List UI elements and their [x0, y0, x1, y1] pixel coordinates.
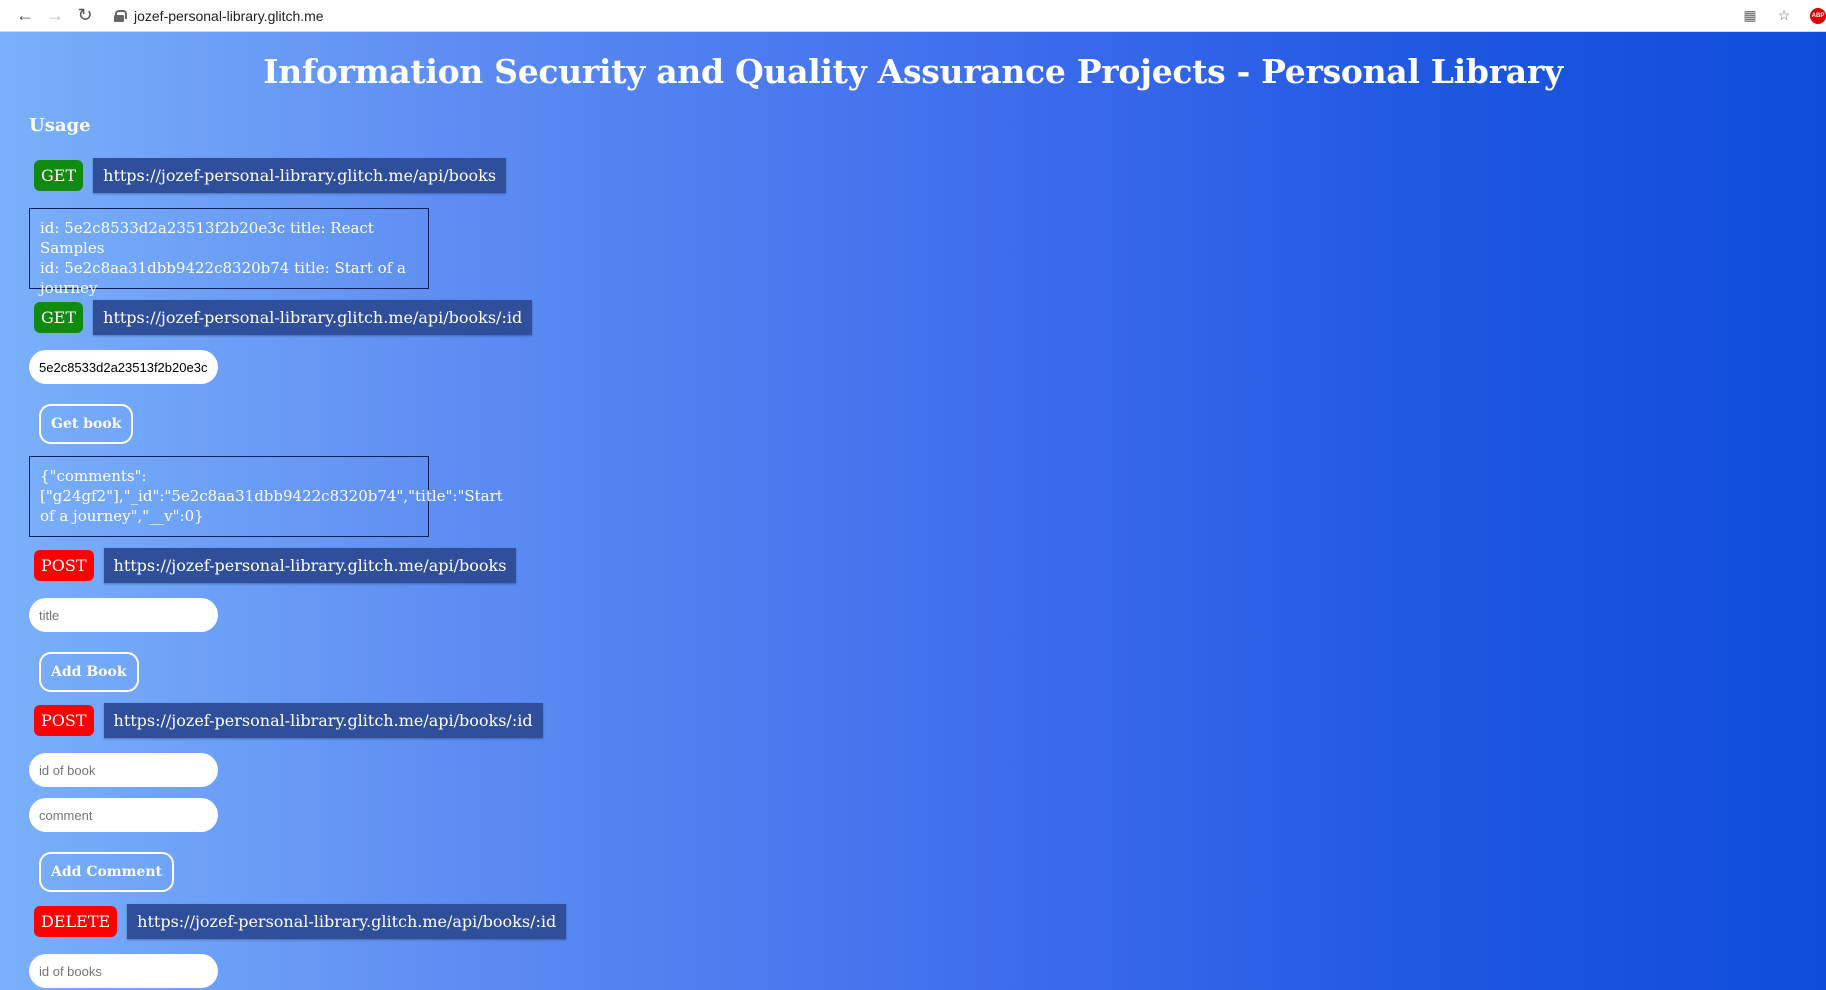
forward-icon[interactable]: → — [40, 3, 70, 29]
endpoint-delete-book: DELETE https://jozef-personal-library.gl… — [34, 904, 567, 939]
endpoint-post-comment: POST https://jozef-personal-library.glit… — [34, 703, 543, 738]
title-input[interactable] — [29, 598, 218, 632]
book-id-input[interactable] — [29, 350, 218, 384]
address-bar[interactable]: jozef-personal-library.glitch.me — [114, 8, 324, 24]
lock-icon — [114, 9, 127, 22]
endpoint-url: https://jozef-personal-library.glitch.me… — [103, 703, 543, 738]
endpoint-url: https://jozef-personal-library.glitch.me… — [93, 158, 507, 193]
address-text: jozef-personal-library.glitch.me — [134, 7, 324, 24]
method-badge-post: POST — [34, 705, 94, 736]
adblock-extension-icon[interactable]: ABP — [1810, 7, 1826, 24]
bookmark-star-icon[interactable]: ☆ — [1776, 7, 1792, 24]
get-book-button[interactable]: Get book — [39, 404, 134, 444]
usage-heading: Usage — [29, 115, 91, 136]
method-badge-post: POST — [34, 550, 94, 581]
add-comment-button[interactable]: Add Comment — [39, 852, 174, 892]
comment-input[interactable] — [29, 798, 218, 832]
book-detail-output: {"comments":["g24gf2"],"_id":"5e2c8aa31d… — [29, 456, 503, 537]
add-book-button[interactable]: Add Book — [39, 652, 139, 692]
books-output: id: 5e2c8533d2a23513f2b20e3c title: Reac… — [29, 208, 429, 297]
method-badge-delete: DELETE — [34, 906, 118, 937]
method-badge-get: GET — [34, 302, 84, 333]
endpoint-post-book: POST https://jozef-personal-library.glit… — [34, 548, 517, 583]
book-entry: id: 5e2c8aa31dbb9422c8320b74 title: Star… — [40, 259, 406, 297]
translate-icon[interactable]: ▦ — [1742, 7, 1758, 24]
browser-toolbar: ← → ↻ jozef-personal-library.glitch.me ▦… — [0, 0, 1826, 32]
endpoint-get-books: GET https://jozef-personal-library.glitc… — [34, 158, 507, 193]
endpoint-get-book: GET https://jozef-personal-library.glitc… — [34, 300, 533, 335]
page-title: Information Security and Quality Assuran… — [263, 52, 1563, 91]
endpoint-url: https://jozef-personal-library.glitch.me… — [103, 548, 517, 583]
method-badge-get: GET — [34, 160, 84, 191]
delete-book-id-input[interactable] — [29, 954, 218, 988]
comment-book-id-input[interactable] — [29, 753, 218, 787]
page-body: Information Security and Quality Assuran… — [0, 32, 1826, 990]
endpoint-url: https://jozef-personal-library.glitch.me… — [93, 300, 533, 335]
back-icon[interactable]: ← — [10, 3, 40, 29]
endpoint-url: https://jozef-personal-library.glitch.me… — [127, 904, 567, 939]
book-entry: id: 5e2c8533d2a23513f2b20e3c title: Reac… — [40, 219, 374, 257]
reload-icon[interactable]: ↻ — [70, 3, 100, 29]
